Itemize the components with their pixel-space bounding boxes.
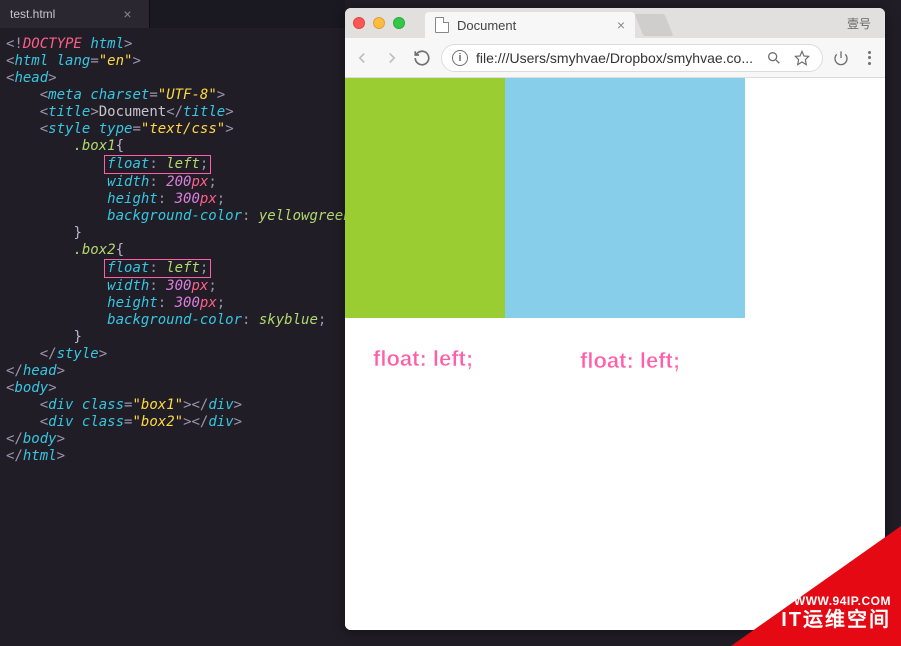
box2: [505, 78, 745, 318]
traffic-lights: [353, 17, 405, 29]
annotation-label: float: left;: [580, 348, 680, 374]
back-button[interactable]: [351, 47, 373, 69]
star-icon[interactable]: [792, 48, 812, 68]
zoom-icon[interactable]: [764, 48, 784, 68]
editor-tab-label: test.html: [10, 7, 55, 21]
code-editor: test.html × <!DOCTYPE html> <html lang="…: [0, 0, 345, 646]
browser-tab[interactable]: Document ×: [425, 12, 635, 38]
code-content[interactable]: <!DOCTYPE html> <html lang="en"> <head> …: [0, 28, 345, 473]
close-icon[interactable]: ×: [123, 6, 131, 22]
browser-tab-label: Document: [457, 18, 609, 33]
ime-indicator: 壹号: [847, 15, 871, 32]
address-bar[interactable]: i file:///Users/smyhvae/Dropbox/smyhvae.…: [441, 44, 823, 72]
editor-tab-bar: test.html ×: [0, 0, 345, 28]
menu-button[interactable]: [859, 48, 879, 68]
watermark-text: WWW.94IP.COM IT运维空间: [781, 594, 891, 632]
url-text: file:///Users/smyhvae/Dropbox/smyhvae.co…: [476, 50, 756, 66]
browser-tab-bar: Document × 壹号: [345, 8, 885, 38]
info-icon[interactable]: i: [452, 50, 468, 66]
editor-tab[interactable]: test.html ×: [0, 0, 150, 28]
power-icon[interactable]: [831, 48, 851, 68]
window-maximize-button[interactable]: [393, 17, 405, 29]
close-icon[interactable]: ×: [617, 17, 625, 33]
window-close-button[interactable]: [353, 17, 365, 29]
window-minimize-button[interactable]: [373, 17, 385, 29]
reload-button[interactable]: [411, 47, 433, 69]
annotation-label: float: left;: [373, 346, 473, 372]
highlight-annotation: float: left;: [104, 155, 211, 174]
box1: [345, 78, 505, 318]
browser-toolbar: i file:///Users/smyhvae/Dropbox/smyhvae.…: [345, 38, 885, 78]
document-icon: [435, 17, 449, 33]
new-tab-button[interactable]: [635, 14, 674, 36]
forward-button[interactable]: [381, 47, 403, 69]
highlight-annotation: float: left;: [104, 259, 211, 278]
